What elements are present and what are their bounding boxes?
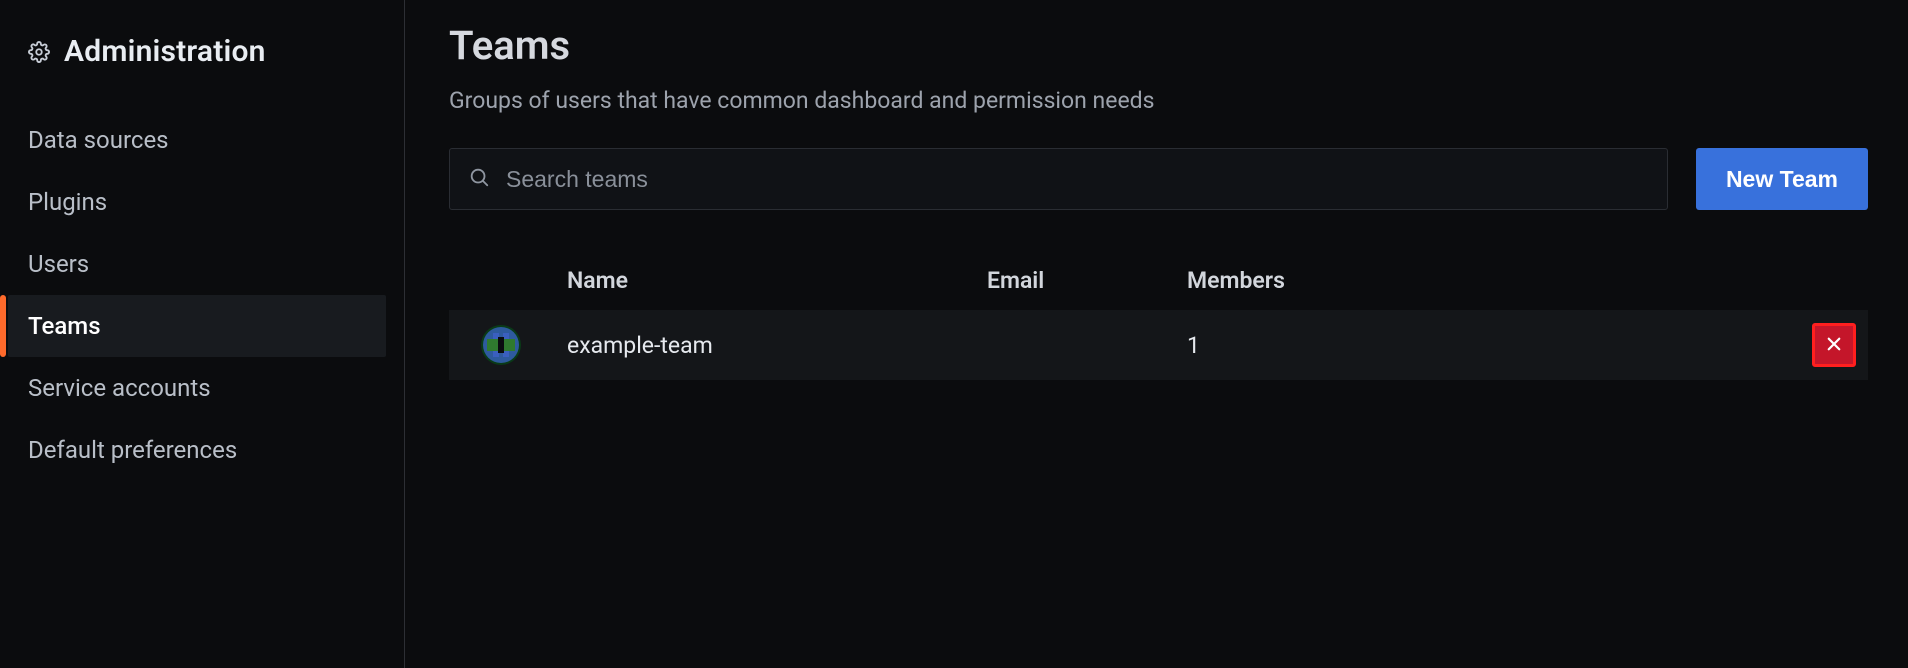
sidebar-header: Administration bbox=[0, 28, 404, 109]
page-title: Teams bbox=[449, 22, 1868, 69]
sidebar-title: Administration bbox=[64, 34, 266, 69]
search-icon bbox=[468, 166, 490, 192]
sidebar-item-label: Service accounts bbox=[28, 374, 211, 402]
sidebar-item-default-preferences[interactable]: Default preferences bbox=[8, 419, 386, 481]
th-members[interactable]: Members bbox=[1187, 267, 1687, 294]
teams-table: Name Email Members bbox=[449, 250, 1868, 380]
toolbar: New Team bbox=[449, 148, 1868, 210]
search-input[interactable] bbox=[506, 166, 1649, 193]
sidebar-item-label: Data sources bbox=[28, 126, 169, 154]
delete-team-button[interactable] bbox=[1812, 323, 1856, 367]
page-description: Groups of users that have common dashboa… bbox=[449, 87, 1868, 114]
th-name[interactable]: Name bbox=[567, 267, 987, 294]
td-name: example-team bbox=[567, 332, 987, 359]
gear-icon bbox=[28, 41, 50, 63]
td-actions bbox=[1687, 323, 1860, 367]
sidebar-item-label: Default preferences bbox=[28, 436, 237, 464]
sidebar-item-service-accounts[interactable]: Service accounts bbox=[8, 357, 386, 419]
sidebar-item-plugins[interactable]: Plugins bbox=[8, 171, 386, 233]
close-icon bbox=[1825, 332, 1843, 359]
td-members: 1 bbox=[1187, 332, 1687, 359]
new-team-button[interactable]: New Team bbox=[1696, 148, 1868, 210]
sidebar-item-data-sources[interactable]: Data sources bbox=[8, 109, 386, 171]
th-email[interactable]: Email bbox=[987, 267, 1187, 294]
sidebar-nav: Data sources Plugins Users Teams Service… bbox=[0, 109, 404, 481]
sidebar-item-label: Users bbox=[28, 250, 89, 278]
td-avatar bbox=[457, 325, 567, 365]
sidebar-item-label: Plugins bbox=[28, 188, 107, 216]
table-header: Name Email Members bbox=[449, 250, 1868, 310]
sidebar-item-label: Teams bbox=[28, 312, 101, 340]
search-container[interactable] bbox=[449, 148, 1668, 210]
sidebar-item-users[interactable]: Users bbox=[8, 233, 386, 295]
main-content: Teams Groups of users that have common d… bbox=[405, 0, 1908, 668]
team-avatar bbox=[481, 325, 521, 365]
sidebar-item-teams[interactable]: Teams bbox=[8, 295, 386, 357]
table-row[interactable]: example-team 1 bbox=[449, 310, 1868, 380]
sidebar: Administration Data sources Plugins User… bbox=[0, 0, 405, 668]
